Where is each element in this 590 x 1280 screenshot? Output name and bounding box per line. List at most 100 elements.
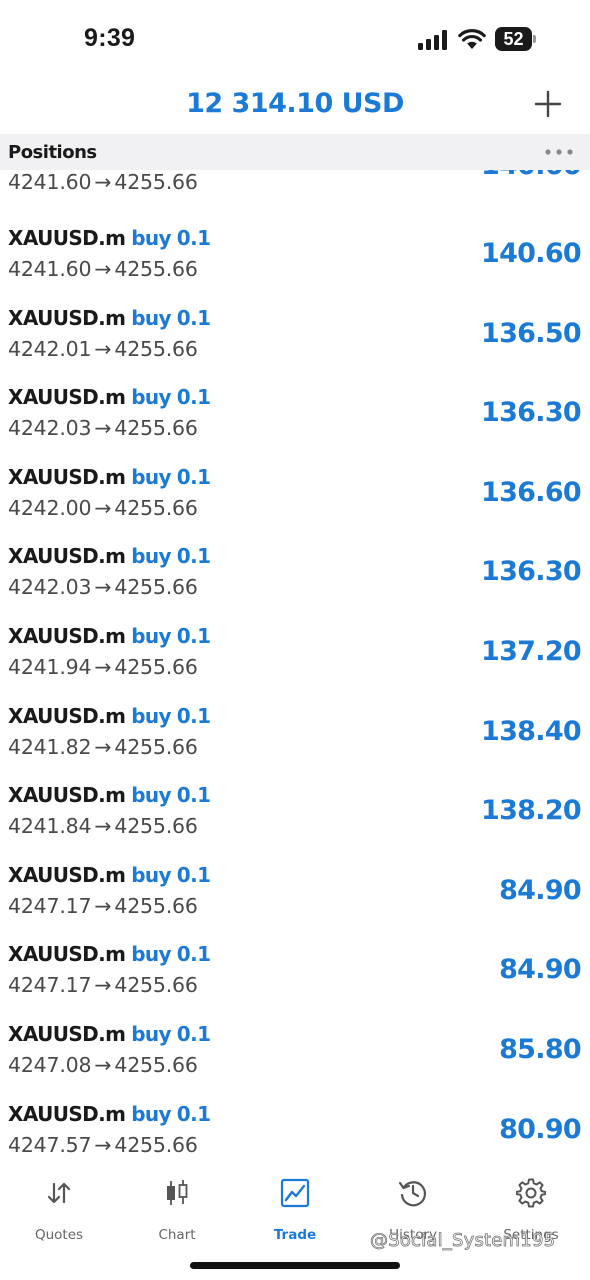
header: 12 314.10 USD	[0, 80, 590, 132]
arrow-right-icon: →	[94, 655, 112, 679]
open-price: 4241.60	[8, 170, 92, 194]
arrow-right-icon: →	[94, 1132, 112, 1157]
price-line: 4241.60 → 4255.66	[8, 170, 198, 194]
price-line: 4242.00 → 4255.66	[8, 496, 198, 520]
position-row[interactable]: XAUUSD.m buy 0.1 4242.03 → 4255.66 136.30	[0, 375, 590, 455]
home-indicator	[190, 1262, 400, 1269]
trade-direction: buy	[131, 385, 171, 410]
plus-icon[interactable]	[534, 90, 562, 118]
position-row[interactable]: XAUUSD.m buy 0.1 4242.00 → 4255.66 136.60	[0, 455, 590, 535]
position-row[interactable]: XAUUSD.m buy 0.1 4241.94 → 4255.66 137.20	[0, 614, 590, 694]
profit-value: 85.80	[499, 1034, 582, 1065]
symbol: XAUUSD.m	[8, 703, 126, 728]
price-line: 4241.60 → 4255.66	[8, 257, 198, 281]
price-line: 4242.01 → 4255.66	[8, 337, 198, 361]
trade-volume: 0.1	[176, 464, 211, 489]
position-row-partial[interactable]: 4241.60→4255.66 140.00	[0, 170, 590, 204]
position-title: XAUUSD.m buy 0.1	[8, 703, 211, 728]
arrow-right-icon: →	[94, 893, 112, 918]
position-title: XAUUSD.m buy 0.1	[8, 464, 211, 489]
position-row[interactable]: XAUUSD.m buy 0.1 4241.82 → 4255.66 138.40	[0, 694, 590, 774]
price-line: 4242.03 → 4255.66	[8, 416, 198, 440]
price-line: 4241.94 → 4255.66	[8, 655, 198, 679]
trade-volume: 0.1	[176, 226, 211, 250]
more-horizontal-icon[interactable]	[544, 148, 574, 156]
profit-value: 136.30	[481, 556, 582, 588]
profit-value: 84.90	[499, 954, 582, 986]
position-title: XAUUSD.m buy 0.1	[8, 1101, 211, 1126]
current-price: 4255.66	[114, 1053, 198, 1077]
position-row[interactable]: XAUUSD.m buy 0.1 4247.08 → 4255.66 85.80	[0, 1012, 590, 1092]
tab-label: Chart	[158, 1227, 196, 1243]
symbol: XAUUSD.m	[8, 544, 126, 569]
position-title: XAUUSD.m buy 0.1	[8, 1022, 211, 1046]
symbol: XAUUSD.m	[8, 1101, 126, 1126]
trade-direction: buy	[131, 703, 171, 728]
profit-value: 140.00	[481, 170, 582, 181]
trade-volume: 0.1	[176, 942, 211, 967]
arrow-right-icon: →	[94, 495, 112, 520]
arrow-right-icon: →	[94, 814, 112, 839]
trade-volume: 0.1	[176, 1022, 211, 1046]
position-title: XAUUSD.m buy 0.1	[8, 624, 211, 648]
symbol: XAUUSD.m	[8, 783, 126, 808]
trade-direction: buy	[131, 942, 171, 967]
wifi-icon	[458, 29, 486, 49]
position-title: XAUUSD.m buy 0.1	[8, 942, 211, 967]
position-row[interactable]: XAUUSD.m buy 0.1 4247.57 → 4255.66 80.90	[0, 1092, 590, 1160]
trade-direction: buy	[131, 783, 171, 808]
position-row[interactable]: XAUUSD.m buy 0.1 4242.01 → 4255.66 136.50	[0, 296, 590, 376]
open-price: 4247.17	[8, 893, 92, 918]
trade-volume: 0.1	[176, 703, 211, 728]
tab-chart[interactable]: Chart	[118, 1174, 236, 1244]
trade-volume: 0.1	[176, 544, 211, 569]
price-line: 4247.08 → 4255.66	[8, 1053, 198, 1077]
current-price: 4255.66	[114, 257, 198, 281]
price-line: 4247.57 → 4255.66	[8, 1133, 198, 1157]
profit-value: 80.90	[499, 1113, 582, 1145]
symbol: XAUUSD.m	[8, 862, 126, 887]
profit-value: 138.40	[481, 715, 582, 747]
current-price: 4255.66	[114, 575, 198, 600]
price-line: 4242.03 → 4255.66	[8, 575, 198, 599]
arrow-right-icon: →	[94, 1053, 112, 1077]
trade-volume: 0.1	[176, 862, 211, 887]
watermark: @Social_System195	[370, 1230, 556, 1252]
trade-volume: 0.1	[176, 624, 211, 648]
symbol: XAUUSD.m	[8, 226, 126, 250]
open-price: 4241.94	[8, 655, 92, 679]
positions-list[interactable]: 4241.60→4255.66 140.00 XAUUSD.m buy 0.14…	[0, 170, 590, 1160]
open-price: 4241.82	[8, 734, 92, 759]
history-clock-icon	[398, 1181, 426, 1207]
current-price: 4255.66	[114, 893, 198, 918]
trade-volume: 0.1	[176, 305, 211, 330]
position-row[interactable]: XAUUSD.m buy 0.1 4241.60 → 4255.66 140.60	[0, 216, 590, 296]
profit-value: 137.20	[481, 636, 582, 667]
trade-direction: buy	[131, 862, 171, 887]
open-price: 4242.01	[8, 336, 92, 361]
battery-level: 52	[503, 29, 524, 49]
position-row[interactable]: XAUUSD.m buy 0.1 4241.84 → 4255.66 138.20	[0, 773, 590, 853]
position-title: XAUUSD.m buy 0.1	[8, 385, 211, 410]
position-row[interactable]: XAUUSD.m buy 0.1 4247.17 → 4255.66 84.90	[0, 853, 590, 933]
candlestick-chart-icon	[167, 1180, 188, 1205]
tab-quotes[interactable]: Quotes	[0, 1174, 118, 1244]
current-price: 4255.66	[114, 416, 198, 441]
position-title: XAUUSD.m buy 0.1	[8, 226, 211, 250]
position-title: XAUUSD.m buy 0.1	[8, 783, 211, 808]
trade-direction: buy	[131, 1022, 171, 1046]
section-title: Positions	[8, 142, 97, 163]
tab-label: Quotes	[34, 1227, 84, 1243]
symbol: XAUUSD.m	[8, 305, 126, 330]
symbol: XAUUSD.m	[8, 464, 126, 489]
profit-value: 140.60	[481, 238, 582, 269]
position-row[interactable]: XAUUSD.m buy 0.1 4247.17 → 4255.66 84.90	[0, 932, 590, 1012]
profit-value: 136.50	[481, 317, 582, 349]
tab-trade[interactable]: Trade	[236, 1174, 354, 1244]
current-price: 4255.66	[114, 336, 198, 361]
open-price: 4242.00	[8, 495, 92, 520]
position-row[interactable]: XAUUSD.m buy 0.1 4242.03 → 4255.66 136.30	[0, 534, 590, 614]
battery-icon: 52	[495, 27, 536, 51]
profit-value: 136.30	[481, 397, 582, 429]
current-price: 4255.66	[114, 170, 198, 194]
